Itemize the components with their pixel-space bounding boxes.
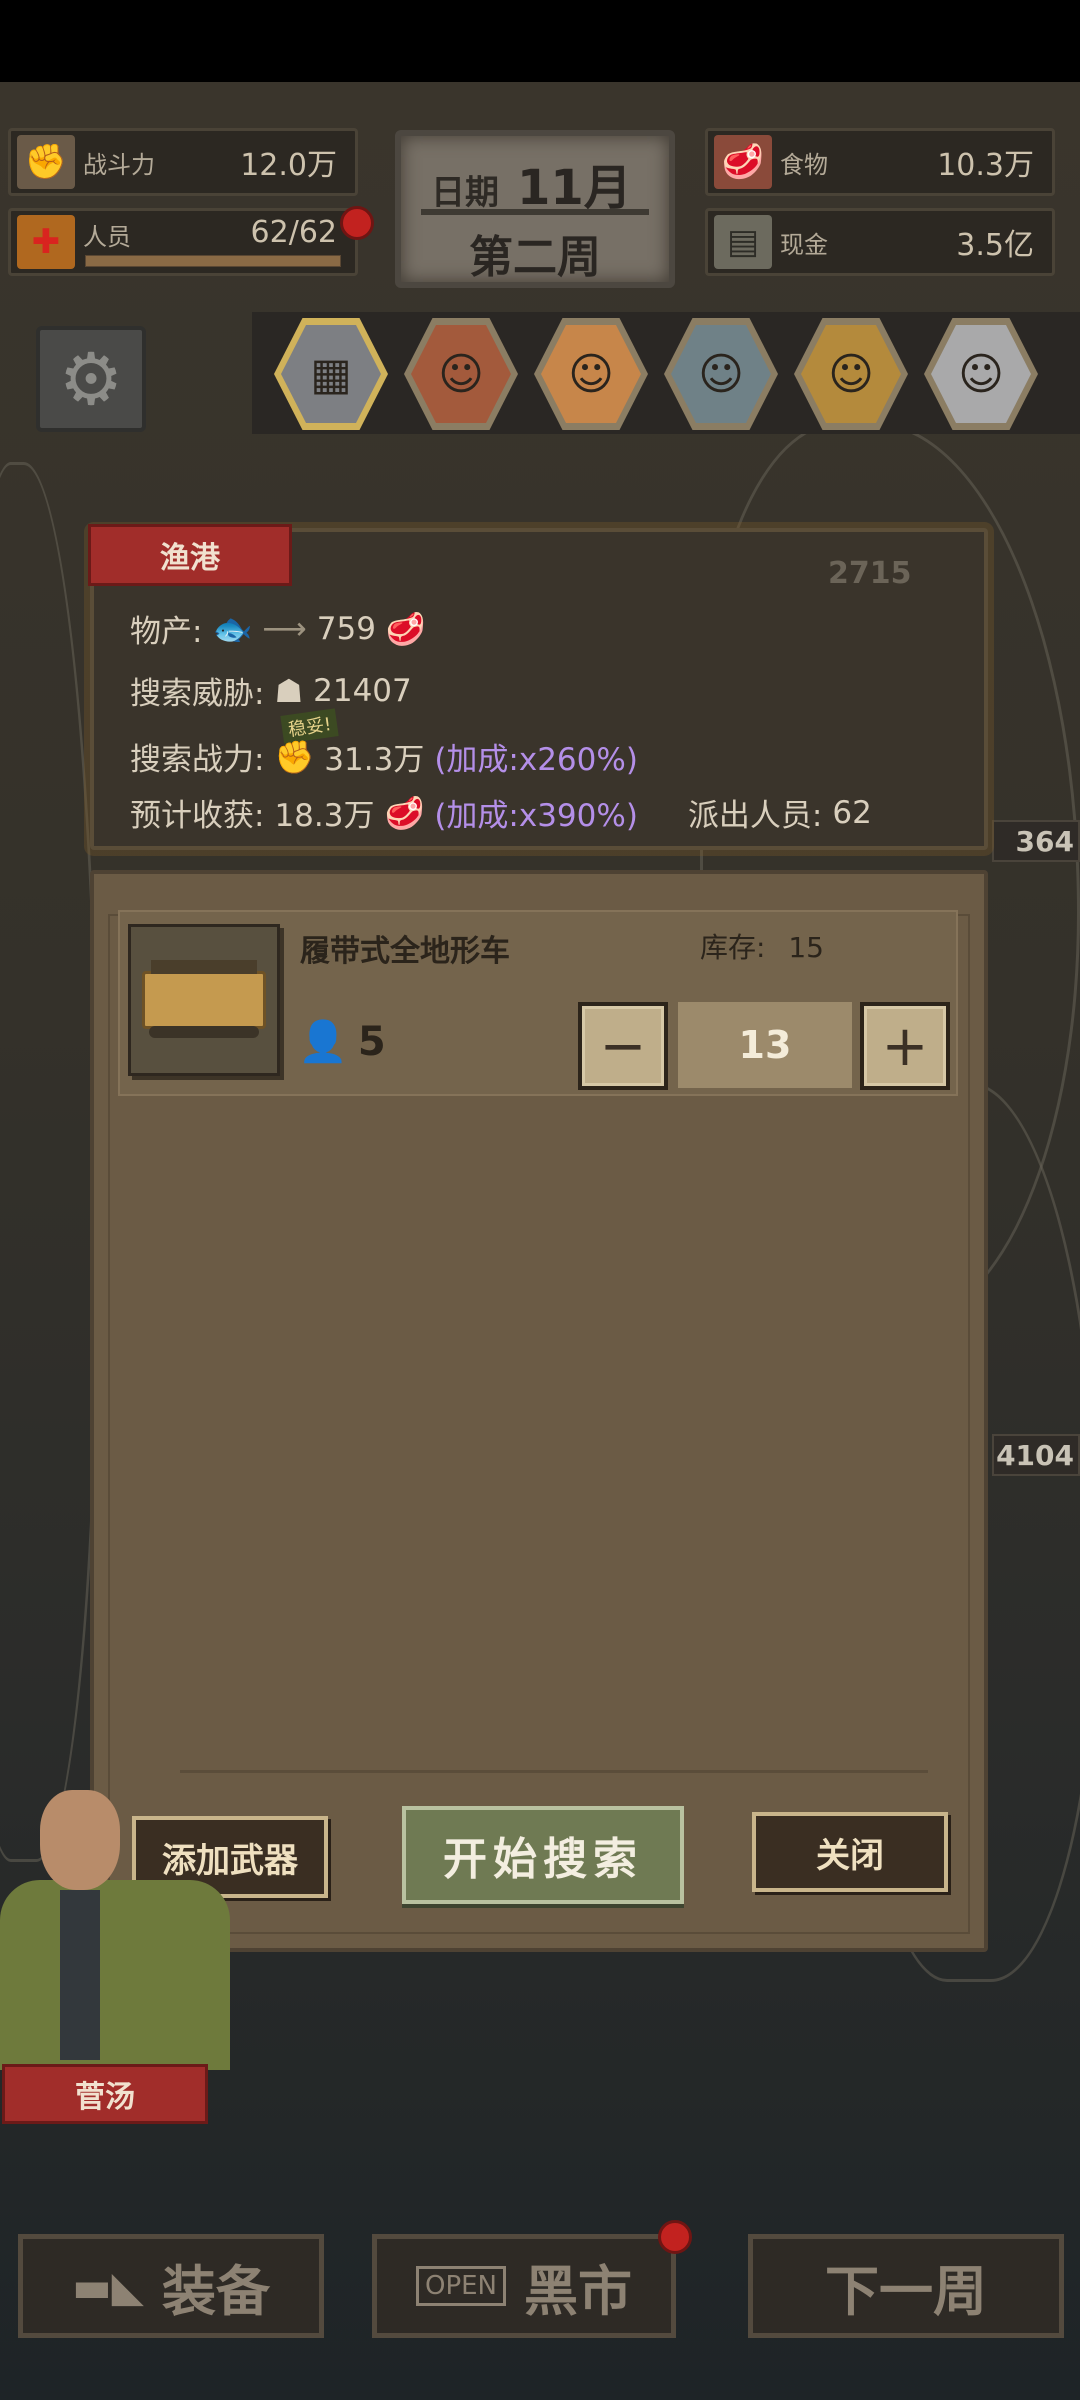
dispatch-value: 62 <box>832 794 872 831</box>
arrow-icon: ⟶ <box>262 610 307 647</box>
notification-dot <box>340 206 374 240</box>
crew-required: 👤 5 <box>298 1018 386 1066</box>
notification-dot <box>658 2220 692 2254</box>
date-month: 11月 <box>517 160 632 216</box>
hooded-face-icon: ☺ <box>671 325 771 423</box>
black-market-label: 黑市 <box>524 2259 633 2323</box>
cash-box[interactable]: ▤ 现金 3.5亿 <box>705 208 1055 276</box>
quantity-display: 13 <box>678 1002 852 1088</box>
portrait-man[interactable]: ☺ <box>534 318 648 430</box>
threat-label: 搜索威胁: <box>130 676 265 712</box>
harvest-bonus: (加成:x390%) <box>434 798 638 834</box>
power-label: 搜索战力: <box>130 742 265 778</box>
meat-icon: 🥩 <box>384 793 425 832</box>
start-search-button[interactable]: 开始搜索 <box>402 1806 684 1904</box>
crew-value: 5 <box>357 1018 386 1065</box>
date-board: 日期 11月 第二周 <box>395 130 675 288</box>
stock-line: 库存: 15 <box>700 926 824 966</box>
location-title: 渔港 <box>88 524 292 586</box>
produce-value: 759 <box>316 610 376 647</box>
gun-icon: ▬◣ <box>72 2261 144 2311</box>
staff-label: 人员 <box>83 223 131 251</box>
power-value: 31.3万 <box>324 742 425 778</box>
map-badge[interactable]: 4104 <box>992 1434 1080 1476</box>
portrait-base[interactable]: ▦ <box>274 318 388 430</box>
harvest-value: 18.3万 <box>274 798 375 834</box>
black-market-button[interactable]: OPEN 黑市 <box>372 2234 676 2338</box>
open-sign-icon: OPEN <box>415 2266 507 2306</box>
cash-label: 现金 <box>780 230 828 259</box>
settings-gear-icon[interactable]: ⚙ <box>36 326 146 432</box>
threat-value: 21407 <box>313 672 412 709</box>
truck-icon <box>142 960 266 1038</box>
increase-button[interactable]: + <box>860 1002 950 1090</box>
harvest-line: 预计收获: 18.3万 🥩 (加成:x390%) 派出人员: 62 <box>130 790 950 835</box>
decrease-button[interactable]: − <box>578 1002 668 1090</box>
status-bar <box>0 0 1080 82</box>
combat-power-box[interactable]: ✊ 战斗力 12.0万 <box>8 128 358 196</box>
map-road <box>0 462 100 1862</box>
produce-line: 物产: 🐟 ⟶ 759 🥩 <box>130 606 426 651</box>
staff-bar <box>85 255 341 267</box>
meat-icon: 🥩 <box>385 609 426 648</box>
advisor-body <box>0 1880 230 2070</box>
staff-box[interactable]: ✚ 人员 62/62 <box>8 208 358 276</box>
vehicle-thumbnail <box>128 924 280 1076</box>
stock-value: 15 <box>788 931 824 964</box>
next-week-button[interactable]: 下一周 <box>748 2234 1064 2338</box>
combat-power-value: 12.0万 <box>240 148 337 183</box>
advisor-tie <box>60 1890 100 2060</box>
character-portrait-strip: ▦ ☺ ☺ ☺ ☺ ☺ <box>252 312 1080 434</box>
advisor-head <box>40 1790 120 1890</box>
next-week-label: 下一周 <box>825 2259 987 2323</box>
portrait-silver[interactable]: ☺ <box>924 318 1038 430</box>
goggles-face-icon: ☺ <box>801 325 901 423</box>
man-face-icon: ☺ <box>541 325 641 423</box>
portrait-hooded[interactable]: ☺ <box>664 318 778 430</box>
panel-divider <box>180 1770 928 1773</box>
fist-icon: ✊ <box>17 135 75 189</box>
girl-face-icon: ☺ <box>411 325 511 423</box>
cross-icon: ✚ <box>17 215 75 269</box>
dispatch-label: 派出人员: <box>687 798 823 834</box>
portrait-goggles[interactable]: ☺ <box>794 318 908 430</box>
vehicle-name: 履带式全地形车 <box>300 934 510 969</box>
equipment-button[interactable]: ▬◣ 装备 <box>18 2234 324 2338</box>
power-bonus: (加成:x260%) <box>434 742 638 778</box>
produce-label: 物产: <box>130 614 203 650</box>
harvest-label: 预计收获: <box>130 798 265 834</box>
staff-value: 62/62 <box>250 215 337 250</box>
stock-label: 库存: <box>700 931 766 964</box>
power-line: 搜索战力: ✊ 31.3万 (加成:x260%) <box>130 734 638 779</box>
portrait-girl[interactable]: ☺ <box>404 318 518 430</box>
mummy-icon: ☗ <box>274 671 304 710</box>
cash-value: 3.5亿 <box>956 228 1034 263</box>
advisor-character[interactable] <box>0 1780 240 2070</box>
date-label: 日期 <box>431 173 499 213</box>
food-box[interactable]: 🥩 食物 10.3万 <box>705 128 1055 196</box>
staff-bar-fill <box>86 256 340 266</box>
fist-icon: ✊ <box>274 737 315 776</box>
date-week: 第二周 <box>469 232 601 283</box>
meat-icon: 🥩 <box>714 135 772 189</box>
fish-icon: 🐟 <box>212 609 253 648</box>
map-badge[interactable]: 364 <box>992 820 1080 862</box>
combat-power-label: 战斗力 <box>83 150 155 179</box>
date-divider <box>421 209 649 215</box>
equipment-label: 装备 <box>161 2259 270 2323</box>
advisor-name-tag: 菅汤 <box>2 2064 208 2124</box>
food-label: 食物 <box>780 150 828 179</box>
person-icon: 👤 <box>298 1019 348 1065</box>
building-icon: ▦ <box>281 325 381 423</box>
threat-line: 搜索威胁: ☗ 21407 <box>130 668 412 713</box>
silver-hair-face-icon: ☺ <box>931 325 1031 423</box>
food-value: 10.3万 <box>937 148 1034 183</box>
cash-icon: ▤ <box>714 215 772 269</box>
map-badge-faded: 2715 <box>828 556 912 591</box>
close-button[interactable]: 关闭 <box>752 1812 948 1892</box>
